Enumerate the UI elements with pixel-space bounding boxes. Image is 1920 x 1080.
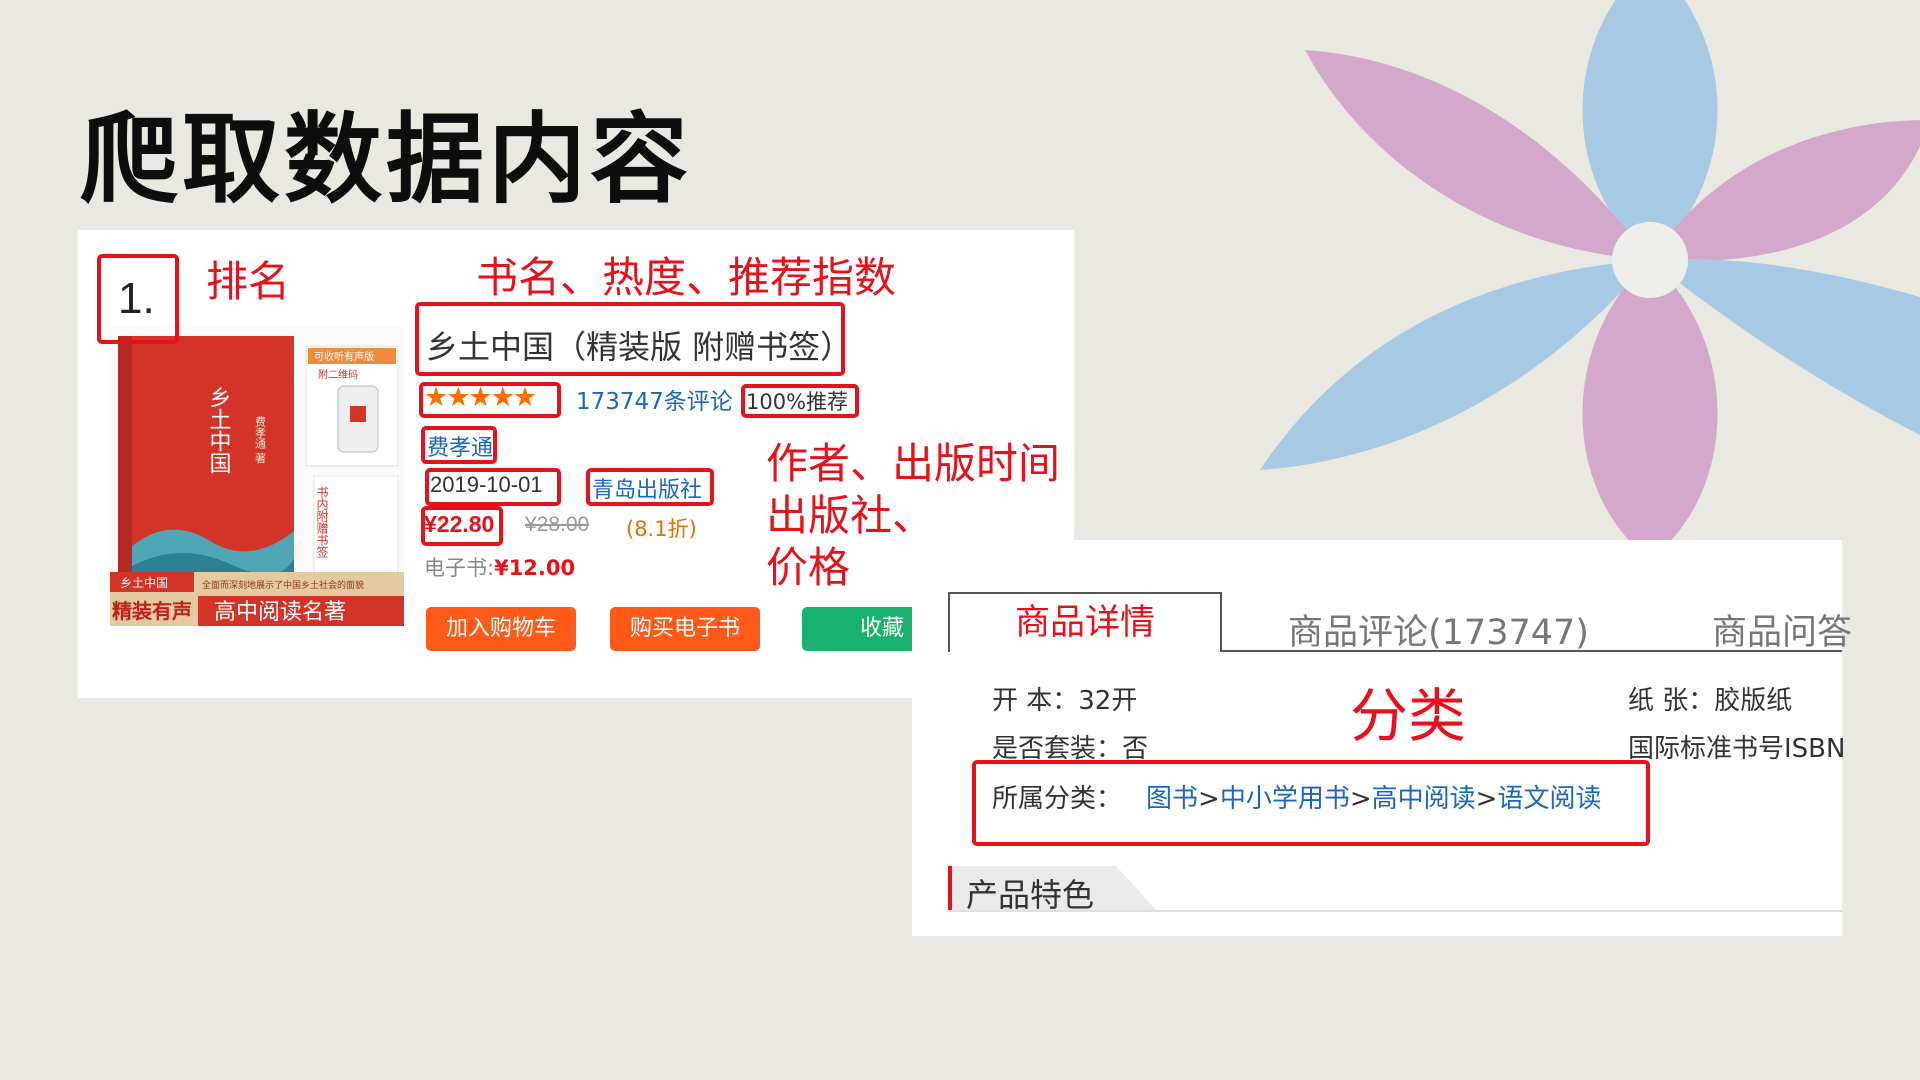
category-link-school[interactable]: 中小学用书	[1220, 784, 1350, 814]
annotation-name-heat: 书名、热度、推荐指数	[476, 253, 897, 302]
tab-product-detail[interactable]: 商品详情	[948, 592, 1222, 652]
category-breadcrumb: 图书>中小学用书>高中阅读>语文阅读	[1146, 778, 1601, 815]
section-divider	[948, 910, 1842, 912]
spec-format: 开 本：32开	[992, 686, 1138, 716]
breadcrumb-separator: >	[1349, 784, 1372, 814]
tab-product-qa[interactable]: 商品问答	[1712, 604, 1852, 655]
publish-date: 2019-10-01	[430, 472, 543, 497]
ebook-price: ¥12.00	[494, 556, 576, 580]
current-price: ¥22.80	[424, 511, 495, 537]
category-label: 所属分类：	[992, 784, 1123, 814]
slide-title: 爬取数据内容	[80, 103, 693, 217]
rating-stars: ★★★★★	[424, 382, 537, 413]
cover-banner-caption: 全面而深刻地展示了中国乡土社会的面貌	[202, 579, 364, 591]
cover-badge-bookmark: 书内附赠书签	[315, 486, 329, 558]
section-accent-bar	[948, 866, 952, 912]
book-cover-image[interactable]: 乡土中国 费孝通 著 可收听有声版 附二维码 书内附赠书签 乡土中国 精装有声 …	[110, 326, 404, 626]
category-link-chinese[interactable]: 语文阅读	[1497, 784, 1601, 814]
spec-paper: 纸 张：胶版纸	[1628, 686, 1793, 716]
annotation-author-date: 作者、出版时间	[766, 439, 1061, 488]
add-to-cart-button[interactable]: 加入购物车	[426, 607, 576, 651]
breadcrumb-separator: >	[1198, 784, 1220, 814]
publisher-link[interactable]: 青岛出版社	[592, 472, 702, 504]
annotation-category: 分类	[1350, 682, 1467, 750]
ebook-label: 电子书:	[424, 556, 495, 580]
author-link[interactable]: 费孝通	[427, 430, 493, 462]
recommend-rate: 100%推荐	[746, 390, 849, 414]
cover-title: 乡土中国	[206, 386, 231, 474]
annotation-rank: 排名	[206, 257, 291, 306]
cover-badge-audio: 可收听有声版	[314, 350, 374, 363]
flower-center	[1612, 222, 1688, 298]
tab-product-reviews[interactable]: 商品评论(173747)	[1288, 604, 1589, 655]
category-link-books[interactable]: 图书	[1146, 784, 1198, 814]
cover-author: 费孝通 著	[254, 416, 267, 464]
cover-badge-qr: 附二维码	[318, 368, 358, 381]
breadcrumb-separator: >	[1475, 784, 1498, 814]
review-count-link[interactable]: 173747条评论	[576, 382, 733, 416]
category-link-highschool[interactable]: 高中阅读	[1372, 784, 1476, 814]
buy-ebook-button[interactable]: 购买电子书	[610, 607, 760, 651]
cover-banner-text: 高中阅读名著	[214, 600, 346, 625]
cover-banner-tag: 乡土中国	[120, 575, 168, 590]
product-detail-panel: 商品详情 商品评论(173747) 商品问答 开 本：32开 纸 张：胶版纸 是…	[912, 540, 1852, 936]
annotation-publisher: 出版社、	[766, 491, 935, 540]
annotation-price: 价格	[766, 543, 851, 592]
rank-number: 1.	[118, 274, 155, 323]
discount-rate: (8.1折)	[626, 517, 697, 541]
cover-banner-slogan: 精装有声	[112, 599, 192, 623]
book-name[interactable]: 乡土中国（精装版 附赠书签）	[426, 322, 852, 368]
original-price: ¥28.00	[525, 513, 590, 536]
spec-isbn: 国际标准书号ISBN	[1628, 734, 1846, 764]
ebook-price-row: 电子书:¥12.00	[424, 552, 575, 582]
